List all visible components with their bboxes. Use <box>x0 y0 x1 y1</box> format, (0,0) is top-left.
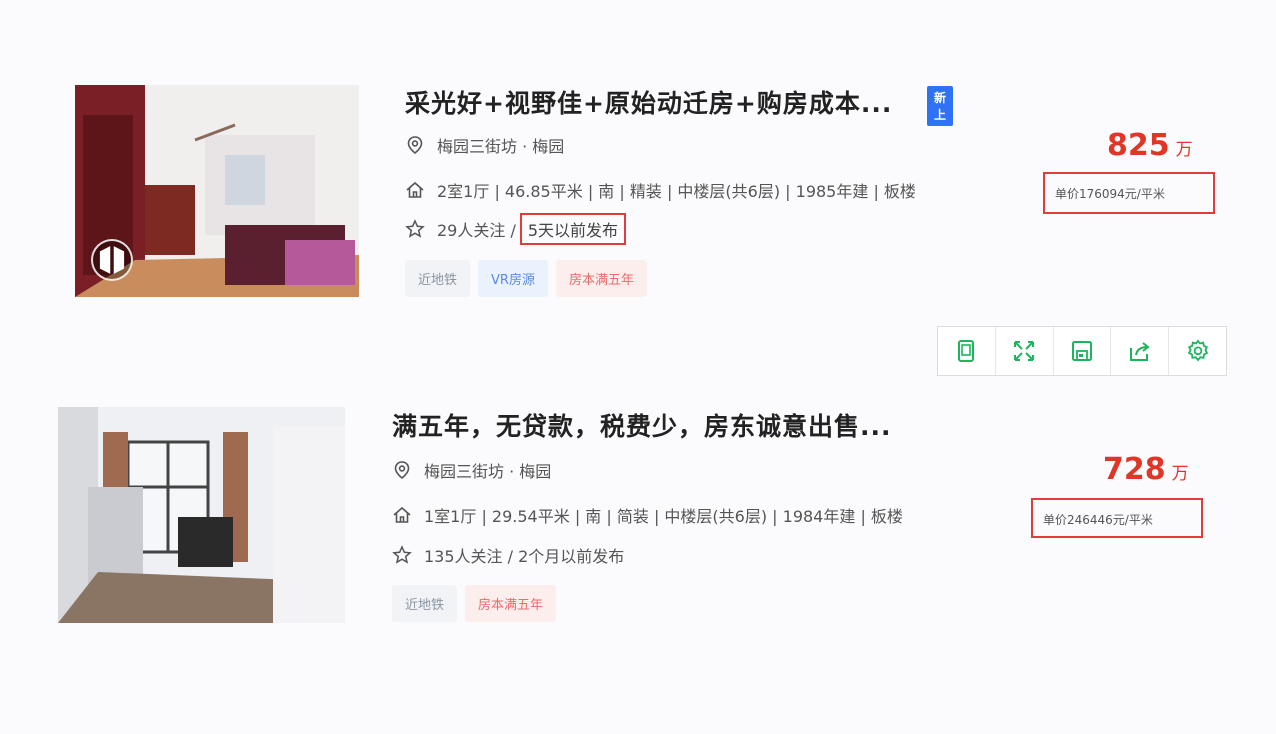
share-icon <box>1129 342 1150 361</box>
listing-title-1[interactable]: 采光好+视野佳+原始动迁房+购房成本... <box>405 84 892 120</box>
follow-publish-text: 135人关注 / 2个月以前发布 <box>424 547 625 566</box>
location-pin-icon <box>405 135 425 155</box>
listing-photo-2[interactable] <box>58 407 345 623</box>
location-row-1: 梅园三街坊 · 梅园 <box>405 133 564 157</box>
follow-row-2: 135人关注 / 2个月以前发布 <box>392 543 624 567</box>
save-icon <box>1071 341 1092 361</box>
share-tool-button[interactable] <box>1111 327 1170 375</box>
new-listing-badge: 新上 <box>927 86 954 126</box>
tag-near-subway: 近地铁 <box>392 585 458 622</box>
tags-row-2: 近地铁 房本满五年 <box>392 585 557 622</box>
star-icon <box>405 219 425 239</box>
unit-price-2: 单价246446元/平米 <box>1031 498 1203 538</box>
room-photo-image-2 <box>58 407 345 623</box>
total-price-2: 728 万 <box>1103 452 1189 487</box>
publish-time-highlight: 5天以前发布 <box>519 213 627 245</box>
specs-text: 1室1厅 | 29.54平米 | 南 | 简装 | 中楼层(共6层) | 198… <box>424 507 903 526</box>
total-price-1: 825 万 <box>1107 128 1193 163</box>
listing-photo-1[interactable] <box>75 85 359 297</box>
house-icon <box>392 505 412 525</box>
location-text[interactable]: 梅园三街坊 · 梅园 <box>424 458 551 482</box>
star-icon <box>392 545 412 565</box>
follow-row-1: 29人关注 / 5天以前发布 <box>405 213 627 245</box>
tags-row-1: 近地铁 VR房源 房本满五年 <box>405 260 647 297</box>
tag-near-subway: 近地铁 <box>405 260 471 297</box>
follow-count-text: 29人关注 / <box>437 221 516 240</box>
floating-toolbar <box>937 326 1227 376</box>
tablet-tool-button[interactable] <box>938 327 996 375</box>
price-value: 825 <box>1107 128 1170 163</box>
specs-row-2: 1室1厅 | 29.54平米 | 南 | 简装 | 中楼层(共6层) | 198… <box>392 503 903 527</box>
tablet-icon <box>958 340 975 362</box>
house-icon <box>405 180 425 200</box>
price-unit: 万 <box>1171 464 1189 484</box>
specs-row-1: 2室1厅 | 46.85平米 | 南 | 精装 | 中楼层(共6层) | 198… <box>405 178 916 202</box>
location-pin-icon <box>392 460 412 480</box>
settings-icon <box>1187 339 1208 362</box>
save-tool-button[interactable] <box>1054 327 1112 375</box>
unit-price-1: 单价176094元/平米 <box>1043 172 1215 214</box>
specs-text: 2室1厅 | 46.85平米 | 南 | 精装 | 中楼层(共6层) | 198… <box>437 182 916 201</box>
expand-icon <box>1014 341 1035 361</box>
tag-five-years: 房本满五年 <box>555 260 647 297</box>
settings-tool-button[interactable] <box>1169 327 1226 375</box>
vr-badge-icon <box>91 239 133 281</box>
listing-title-2[interactable]: 满五年，无贷款，税费少，房东诚意出售... <box>392 407 892 443</box>
expand-tool-button[interactable] <box>996 327 1054 375</box>
location-text[interactable]: 梅园三街坊 · 梅园 <box>437 133 564 157</box>
tag-vr: VR房源 <box>478 260 548 297</box>
price-unit: 万 <box>1175 140 1193 160</box>
price-value: 728 <box>1103 452 1166 487</box>
tag-five-years: 房本满五年 <box>465 585 557 622</box>
location-row-2: 梅园三街坊 · 梅园 <box>392 458 551 482</box>
